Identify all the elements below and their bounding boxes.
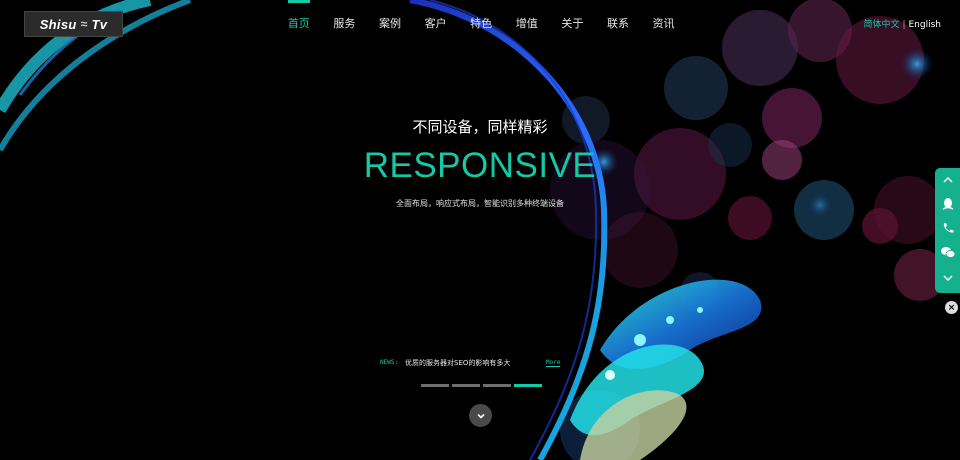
hero-description: 全面布局，响应式布局，智能识别多种终端设备 xyxy=(396,199,564,208)
chevron-down-icon[interactable] xyxy=(935,266,960,290)
slider-dot[interactable] xyxy=(483,384,511,387)
close-icon[interactable]: × xyxy=(945,301,958,314)
lang-en-link[interactable]: English xyxy=(909,20,942,30)
nav-item-about[interactable]: 关于 xyxy=(550,0,596,48)
hero-title: RESPONSIVE xyxy=(363,146,597,185)
hero-background xyxy=(0,0,946,460)
news-tag: NEWS: xyxy=(380,359,399,366)
side-toolbar xyxy=(935,168,960,293)
slider-dot-active[interactable] xyxy=(514,384,542,387)
phone-icon[interactable] xyxy=(935,216,960,240)
slider-pagination xyxy=(421,384,542,387)
nav-item-home[interactable]: 首页 xyxy=(276,0,322,48)
nav-item-contact[interactable]: 联系 xyxy=(595,0,641,48)
qq-icon[interactable] xyxy=(935,192,960,216)
nav-item-value-added[interactable]: 增值 xyxy=(504,0,550,48)
chevron-up-icon[interactable] xyxy=(935,168,960,192)
logo-mark-icon: ≈ xyxy=(80,17,88,31)
main-nav: 首页 服务 案例 客户 特色 增值 关于 联系 资讯 xyxy=(276,0,686,48)
slider-dot[interactable] xyxy=(452,384,480,387)
chevron-down-icon xyxy=(476,413,485,419)
nav-item-services[interactable]: 服务 xyxy=(322,0,368,48)
language-switcher: 简体中文 | English xyxy=(863,17,941,30)
news-more-link[interactable]: More xyxy=(546,359,561,367)
logo[interactable]: Shisu ≈ Tv xyxy=(24,11,123,37)
logo-text-left: Shisu xyxy=(39,16,77,32)
nav-item-features[interactable]: 特色 xyxy=(458,0,504,48)
nav-item-clients[interactable]: 客户 xyxy=(413,0,459,48)
nav-item-news[interactable]: 资讯 xyxy=(641,0,687,48)
nav-item-cases[interactable]: 案例 xyxy=(367,0,413,48)
news-headline-link[interactable]: 优质的服务器对SEO的影响有多大 xyxy=(405,358,510,368)
wechat-icon[interactable] xyxy=(935,240,960,264)
scroll-down-button[interactable] xyxy=(469,404,492,427)
lang-separator: | xyxy=(902,20,906,30)
logo-text-right: Tv xyxy=(91,16,108,32)
slider-dot[interactable] xyxy=(421,384,449,387)
news-ticker: NEWS: 优质的服务器对SEO的影响有多大 More xyxy=(380,358,562,370)
lang-zh-link[interactable]: 简体中文 xyxy=(863,20,899,30)
hero-subtitle: 不同设备，同样精彩 xyxy=(412,118,548,136)
